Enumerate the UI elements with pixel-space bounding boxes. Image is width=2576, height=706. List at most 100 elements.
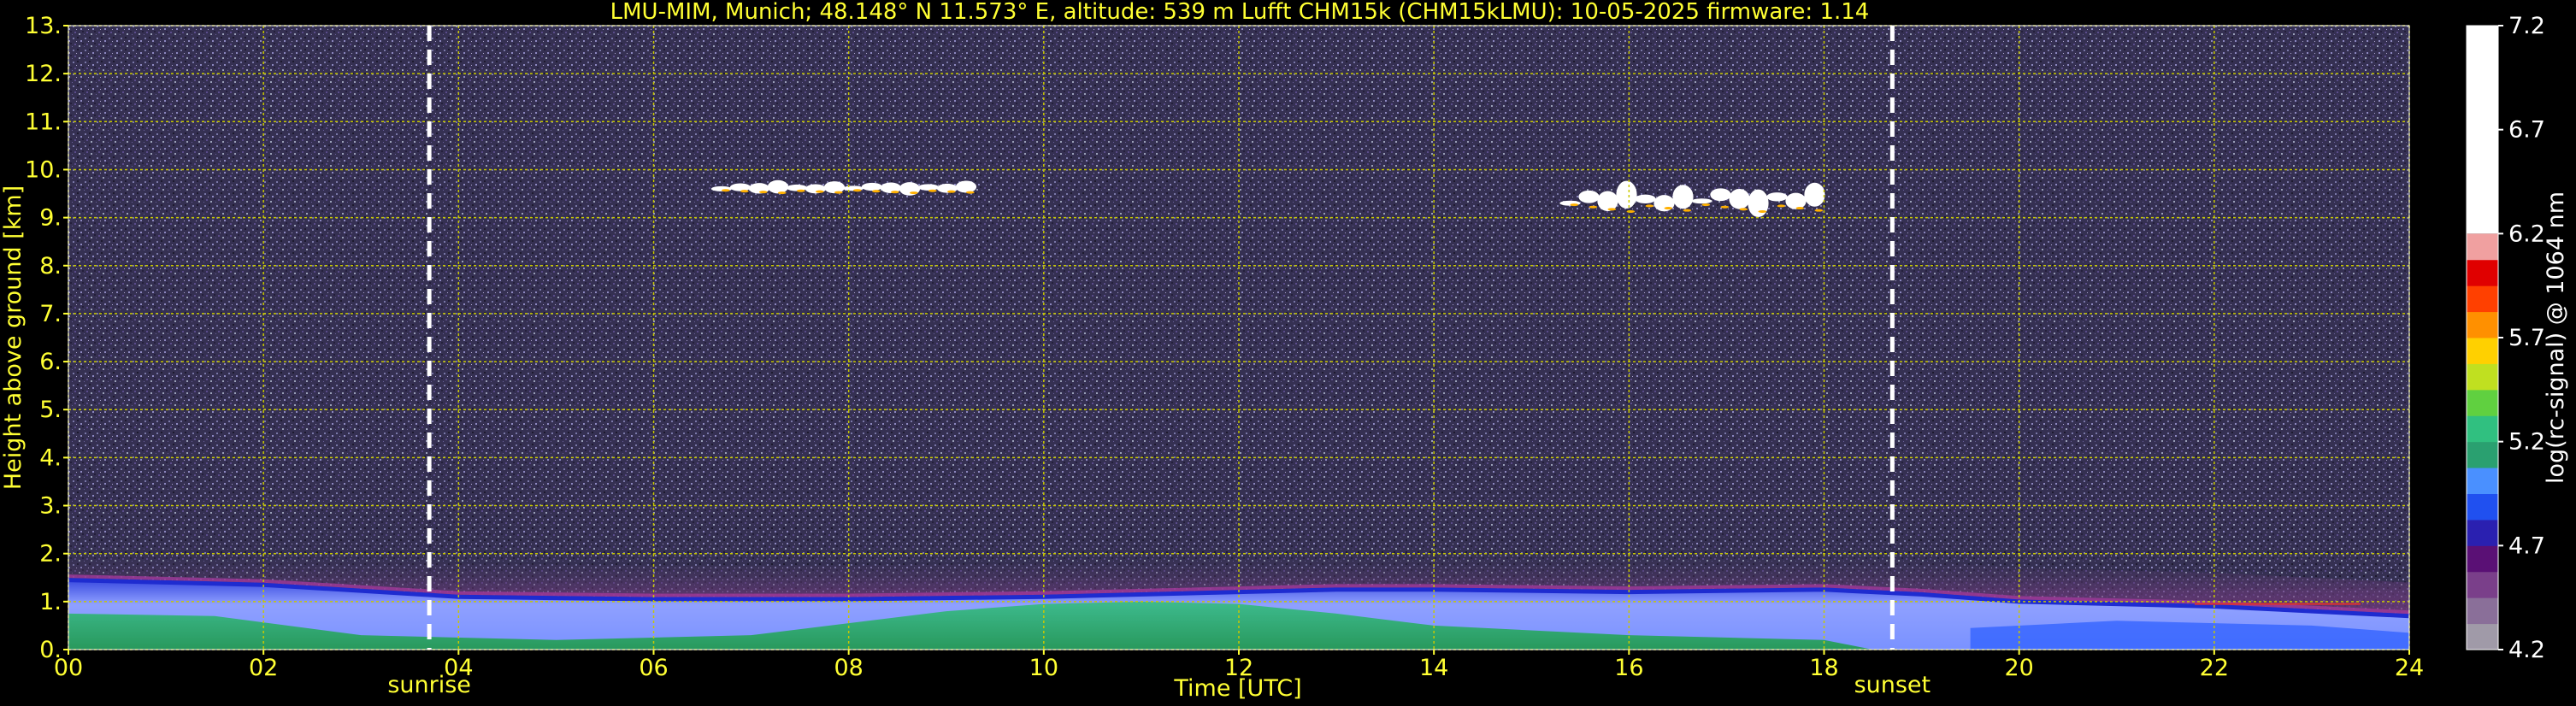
cloud-edge xyxy=(852,189,862,192)
colorbar-band xyxy=(2467,363,2498,391)
colorbar-band-top xyxy=(2467,26,2498,234)
colorbar-tick-label: 6.7 xyxy=(2508,117,2545,144)
colorbar-band xyxy=(2467,468,2498,494)
y-tick-label: 10. xyxy=(25,156,62,183)
cloud-edge xyxy=(758,191,768,194)
colorbar-band xyxy=(2467,233,2498,261)
y-tick-label: 1. xyxy=(39,589,62,615)
cloud-cell xyxy=(1672,185,1694,209)
colorbar-band xyxy=(2467,493,2498,521)
chart-title: LMU-MIM, Munich; 48.148° N 11.573° E, al… xyxy=(610,0,1870,25)
cloud-edge xyxy=(1795,207,1805,210)
cloud-edge xyxy=(1701,203,1711,207)
cloud-edge xyxy=(965,191,975,194)
ceilometer-figure: sunrise sunset 00 02 04 06 08 10 12 14 16 18 20 22 24… xyxy=(0,0,2576,706)
colorbar-band xyxy=(2467,389,2498,416)
colorbar-band xyxy=(2467,311,2498,338)
colorbar-tick-label: 7.2 xyxy=(2508,13,2545,39)
colorbar-tick-label: 5.7 xyxy=(2508,325,2545,351)
cloud-cell xyxy=(1635,194,1656,203)
cloud-cell xyxy=(1804,182,1825,207)
colorbar-band xyxy=(2467,545,2498,573)
colorbar-tick-label: 4.7 xyxy=(2508,532,2545,559)
cloud-cell xyxy=(1597,191,1618,212)
cloud-edge xyxy=(1645,204,1654,208)
y-tick-label: 9. xyxy=(39,205,62,232)
y-tick-label: 5. xyxy=(39,397,62,423)
cloud-cell xyxy=(1729,188,1750,209)
y-tick-label: 3. xyxy=(39,493,62,520)
cloud-edge xyxy=(777,191,787,195)
x-tick-label: 10 xyxy=(1029,655,1058,681)
cloud-cell xyxy=(955,180,977,193)
cloud-edge xyxy=(890,191,899,194)
y-tick-label: 0. xyxy=(39,637,62,663)
cloud-edge xyxy=(928,189,937,192)
cloud-edge xyxy=(909,191,918,195)
cloud-edge xyxy=(1626,209,1636,213)
cloud-edge xyxy=(1664,207,1673,210)
cloud-edge xyxy=(721,189,730,192)
ceilometer-chart: sunrise sunset 00 02 04 06 08 10 12 14 16 18 20 22 24… xyxy=(0,0,2569,702)
y-tick-label: 6. xyxy=(39,349,62,375)
cloud-cell xyxy=(1578,190,1600,203)
x-tick-label: 04 xyxy=(444,655,473,681)
y-tick-label: 7. xyxy=(39,301,62,327)
colorbar-band xyxy=(2467,441,2498,468)
cloud-cell xyxy=(1710,188,1731,202)
cloud-cell xyxy=(1785,192,1807,209)
x-tick-label: 20 xyxy=(2004,655,2033,681)
cloud-edge xyxy=(834,191,843,194)
cloud-edge xyxy=(740,190,749,193)
colorbar-band xyxy=(2467,259,2498,286)
cloud-cell xyxy=(917,184,940,191)
colorbar: 4.2 4.7 5.2 5.7 6.2 6.7 7.2 xyxy=(2466,13,2545,663)
y-axis-label: Height above ground [km] xyxy=(0,185,27,490)
colorbar-label: log(rc-signal) @ 1064 nm xyxy=(2543,191,2569,484)
x-tick-label: 14 xyxy=(1419,655,1448,681)
colorbar-band xyxy=(2467,623,2498,650)
x-tick-label: 06 xyxy=(639,655,668,681)
cloud-cell xyxy=(823,181,846,194)
cloud-edge xyxy=(1739,208,1748,211)
cloud-edge xyxy=(1814,209,1824,212)
x-axis-label: Time [UTC] xyxy=(1173,675,1301,702)
cloud-edge xyxy=(1720,205,1730,209)
y-tick-label: 2. xyxy=(39,541,62,568)
y-tick-label: 13. xyxy=(25,13,62,39)
cloud-cell xyxy=(1766,192,1788,202)
y-tick-label: 8. xyxy=(39,253,62,279)
cloud-edge xyxy=(946,190,956,193)
cloud-edge xyxy=(871,190,881,193)
colorbar-band xyxy=(2467,338,2498,364)
cloud-cell xyxy=(767,179,789,194)
colorbar-band xyxy=(2467,597,2498,625)
colorbar-tick-label: 4.2 xyxy=(2508,637,2545,663)
x-tick-label: 08 xyxy=(834,655,863,681)
colorbar-band xyxy=(2467,415,2498,443)
colorbar-tick-label: 5.2 xyxy=(2508,429,2545,456)
cloud-cell xyxy=(861,182,883,191)
cloud-edge xyxy=(1570,203,1579,207)
cloud-edge xyxy=(815,190,824,193)
cloud-edge xyxy=(1683,209,1692,212)
colorbar-band xyxy=(2467,571,2498,598)
cloud-edge xyxy=(1589,205,1598,209)
cloud-cell xyxy=(1748,189,1769,217)
x-tick-label: 22 xyxy=(2200,655,2229,681)
y-tick-label: 12. xyxy=(25,61,62,87)
cloud-edge xyxy=(1607,208,1617,211)
colorbar-tick-label: 6.2 xyxy=(2508,221,2545,247)
x-tick-label: 16 xyxy=(1614,655,1643,681)
y-tick-label: 11. xyxy=(25,109,62,135)
x-tick-label: 02 xyxy=(249,655,278,681)
cloud-cell xyxy=(1691,198,1712,204)
cloud-edge xyxy=(796,189,805,192)
event-label-sunset: sunset xyxy=(1854,672,1931,698)
cloud-edge xyxy=(1758,209,1767,213)
y-tick-label: 4. xyxy=(39,444,62,471)
cloud-cell xyxy=(1616,180,1637,209)
colorbar-band xyxy=(2467,519,2498,546)
colorbar-band xyxy=(2467,285,2498,313)
x-tick-label: 18 xyxy=(1809,655,1838,681)
